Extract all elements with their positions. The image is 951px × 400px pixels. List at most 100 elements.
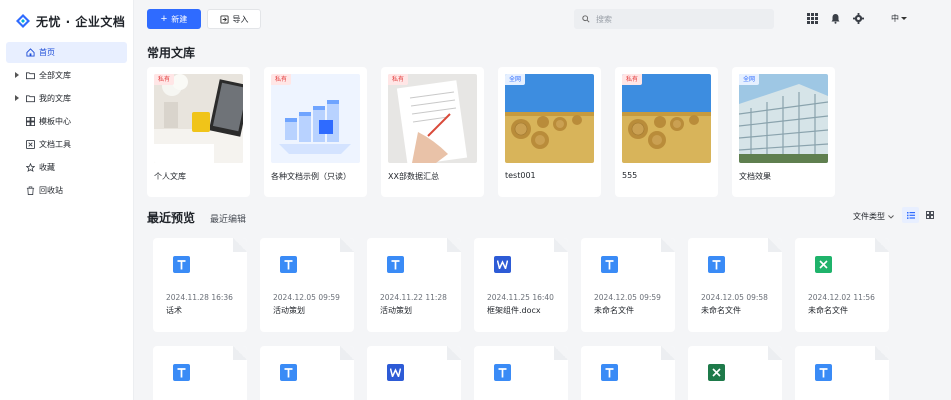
tab-recent-preview[interactable]: 最近预览 bbox=[147, 209, 195, 226]
grid-view-icon bbox=[925, 211, 934, 219]
document-card[interactable]: 2024.11.25 16:40 框架组件.docx bbox=[474, 238, 568, 332]
library-card[interactable]: 私有各种文档示例（只读） bbox=[264, 67, 367, 197]
document-title: 话术 bbox=[166, 306, 182, 315]
document-card[interactable] bbox=[795, 346, 889, 400]
document-title: 活动策划 bbox=[380, 306, 412, 315]
library-card[interactable]: 私有 555 bbox=[615, 67, 718, 197]
library-cover-image: 私有 bbox=[271, 74, 360, 163]
folder-icon bbox=[26, 95, 35, 103]
library-cover-image: 全网 bbox=[505, 74, 594, 163]
document-title: 框架组件.docx bbox=[487, 306, 541, 315]
sidebar: 无忧 · 企业文档 首页全部文库我的文库模板中心文档工具 收藏 回收站 bbox=[0, 0, 134, 400]
library-name: test001 bbox=[505, 171, 536, 180]
sidebar-item-4[interactable]: 文档工具 bbox=[6, 134, 127, 155]
view-toggle bbox=[902, 207, 938, 223]
document-card[interactable] bbox=[688, 346, 782, 400]
chevron-down-icon bbox=[901, 17, 907, 20]
text-doc-icon bbox=[280, 364, 297, 381]
home-icon bbox=[26, 48, 35, 57]
page-fold-decoration bbox=[661, 238, 675, 252]
sidebar-item-2[interactable]: 我的文库 bbox=[6, 88, 127, 109]
grid-view-button[interactable] bbox=[921, 207, 938, 223]
sidebar-item-label: 全部文库 bbox=[39, 71, 71, 80]
text-doc-icon bbox=[173, 364, 190, 381]
document-card[interactable]: 2024.12.05 09:59 未命名文件 bbox=[581, 238, 675, 332]
library-visibility-tag: 私有 bbox=[388, 74, 409, 85]
library-name: 文档效果 bbox=[739, 172, 771, 181]
page-fold-decoration bbox=[661, 346, 675, 360]
library-card[interactable]: 全网 文档效果 bbox=[732, 67, 835, 197]
document-title: 未命名文件 bbox=[594, 306, 634, 315]
library-visibility-tag: 私有 bbox=[622, 74, 643, 85]
document-card[interactable]: 2024.12.05 09:59 活动策划 bbox=[260, 238, 354, 332]
page-fold-decoration bbox=[875, 238, 889, 252]
page-fold-decoration bbox=[340, 346, 354, 360]
document-card[interactable]: 2024.12.05 09:58 未命名文件 bbox=[688, 238, 782, 332]
document-date: 2024.11.25 16:40 bbox=[487, 293, 554, 302]
document-title: 未命名文件 bbox=[701, 306, 741, 315]
language-label: 中 bbox=[891, 14, 899, 23]
search-input[interactable] bbox=[596, 14, 756, 24]
trash-icon bbox=[26, 186, 35, 195]
text-doc-icon bbox=[280, 256, 297, 273]
library-visibility-tag: 全网 bbox=[739, 74, 760, 85]
sidebar-item-label: 首页 bbox=[39, 48, 55, 57]
bell-icon[interactable] bbox=[830, 13, 841, 24]
search-icon bbox=[582, 15, 590, 23]
library-visibility-tag: 私有 bbox=[154, 74, 175, 85]
sidebar-item-label: 我的文库 bbox=[39, 94, 71, 103]
library-card[interactable]: 全网 test001 bbox=[498, 67, 601, 197]
document-card[interactable] bbox=[367, 346, 461, 400]
sidebar-item-6[interactable]: 回收站 bbox=[6, 180, 127, 201]
library-card[interactable]: 私有 个人文库 bbox=[147, 67, 250, 197]
document-card[interactable]: 2024.11.22 11:28 活动策划 bbox=[367, 238, 461, 332]
caret-right-icon[interactable] bbox=[15, 95, 19, 101]
word-doc-icon bbox=[387, 364, 404, 381]
folder-icon bbox=[26, 72, 35, 80]
tab-recent-edit[interactable]: 最近编辑 bbox=[210, 212, 246, 225]
document-card[interactable]: 2024.11.28 16:36 话术 bbox=[153, 238, 247, 332]
sidebar-item-3[interactable]: 模板中心 bbox=[6, 111, 127, 132]
import-button[interactable]: 导入 bbox=[207, 9, 261, 29]
text-doc-icon bbox=[601, 256, 618, 273]
sidebar-item-1[interactable]: 全部文库 bbox=[6, 65, 127, 86]
library-card[interactable]: 私有 XX部数据汇总 bbox=[381, 67, 484, 197]
page-fold-decoration bbox=[768, 238, 782, 252]
sidebar-item-5[interactable]: 收藏 bbox=[6, 157, 127, 178]
library-visibility-tag: 全网 bbox=[505, 74, 526, 85]
page-fold-decoration bbox=[447, 346, 461, 360]
page-fold-decoration bbox=[233, 346, 247, 360]
sidebar-item-label: 模板中心 bbox=[39, 117, 71, 126]
file-type-label: 文件类型 bbox=[853, 212, 885, 221]
library-name: XX部数据汇总 bbox=[388, 172, 439, 181]
logo[interactable]: 无忧 · 企业文档 bbox=[15, 11, 125, 31]
text-doc-icon bbox=[708, 256, 725, 273]
top-bar: + 新建 导入 中 bbox=[134, 0, 951, 38]
desk-photo bbox=[154, 74, 243, 163]
new-button-label: 新建 bbox=[171, 14, 188, 24]
file-type-filter[interactable]: 文件类型 bbox=[853, 211, 894, 222]
page-fold-decoration bbox=[554, 238, 568, 252]
apps-grid-icon[interactable] bbox=[807, 13, 818, 24]
sidebar-item-0[interactable]: 首页 bbox=[6, 42, 127, 63]
document-date: 2024.12.05 09:59 bbox=[594, 293, 661, 302]
library-cover-image: 私有 bbox=[154, 74, 243, 163]
library-name: 各种文档示例（只读） bbox=[271, 172, 351, 181]
document-card[interactable] bbox=[260, 346, 354, 400]
document-card[interactable]: 2024.12.02 11:56 未命名文件 bbox=[795, 238, 889, 332]
new-button[interactable]: + 新建 bbox=[147, 9, 201, 29]
hay-photo bbox=[505, 74, 594, 163]
document-card[interactable] bbox=[474, 346, 568, 400]
tools-icon bbox=[26, 140, 35, 149]
page-fold-decoration bbox=[233, 238, 247, 252]
document-card[interactable] bbox=[153, 346, 247, 400]
document-card[interactable] bbox=[581, 346, 675, 400]
library-cover-image: 全网 bbox=[739, 74, 828, 163]
page-fold-decoration bbox=[340, 238, 354, 252]
settings-gear-icon[interactable] bbox=[853, 13, 864, 24]
caret-right-icon[interactable] bbox=[15, 72, 19, 78]
list-view-button[interactable] bbox=[902, 207, 919, 223]
document-date: 2024.12.05 09:58 bbox=[701, 293, 768, 302]
list-view-icon bbox=[906, 211, 915, 219]
language-switch[interactable]: 中 bbox=[891, 13, 907, 24]
